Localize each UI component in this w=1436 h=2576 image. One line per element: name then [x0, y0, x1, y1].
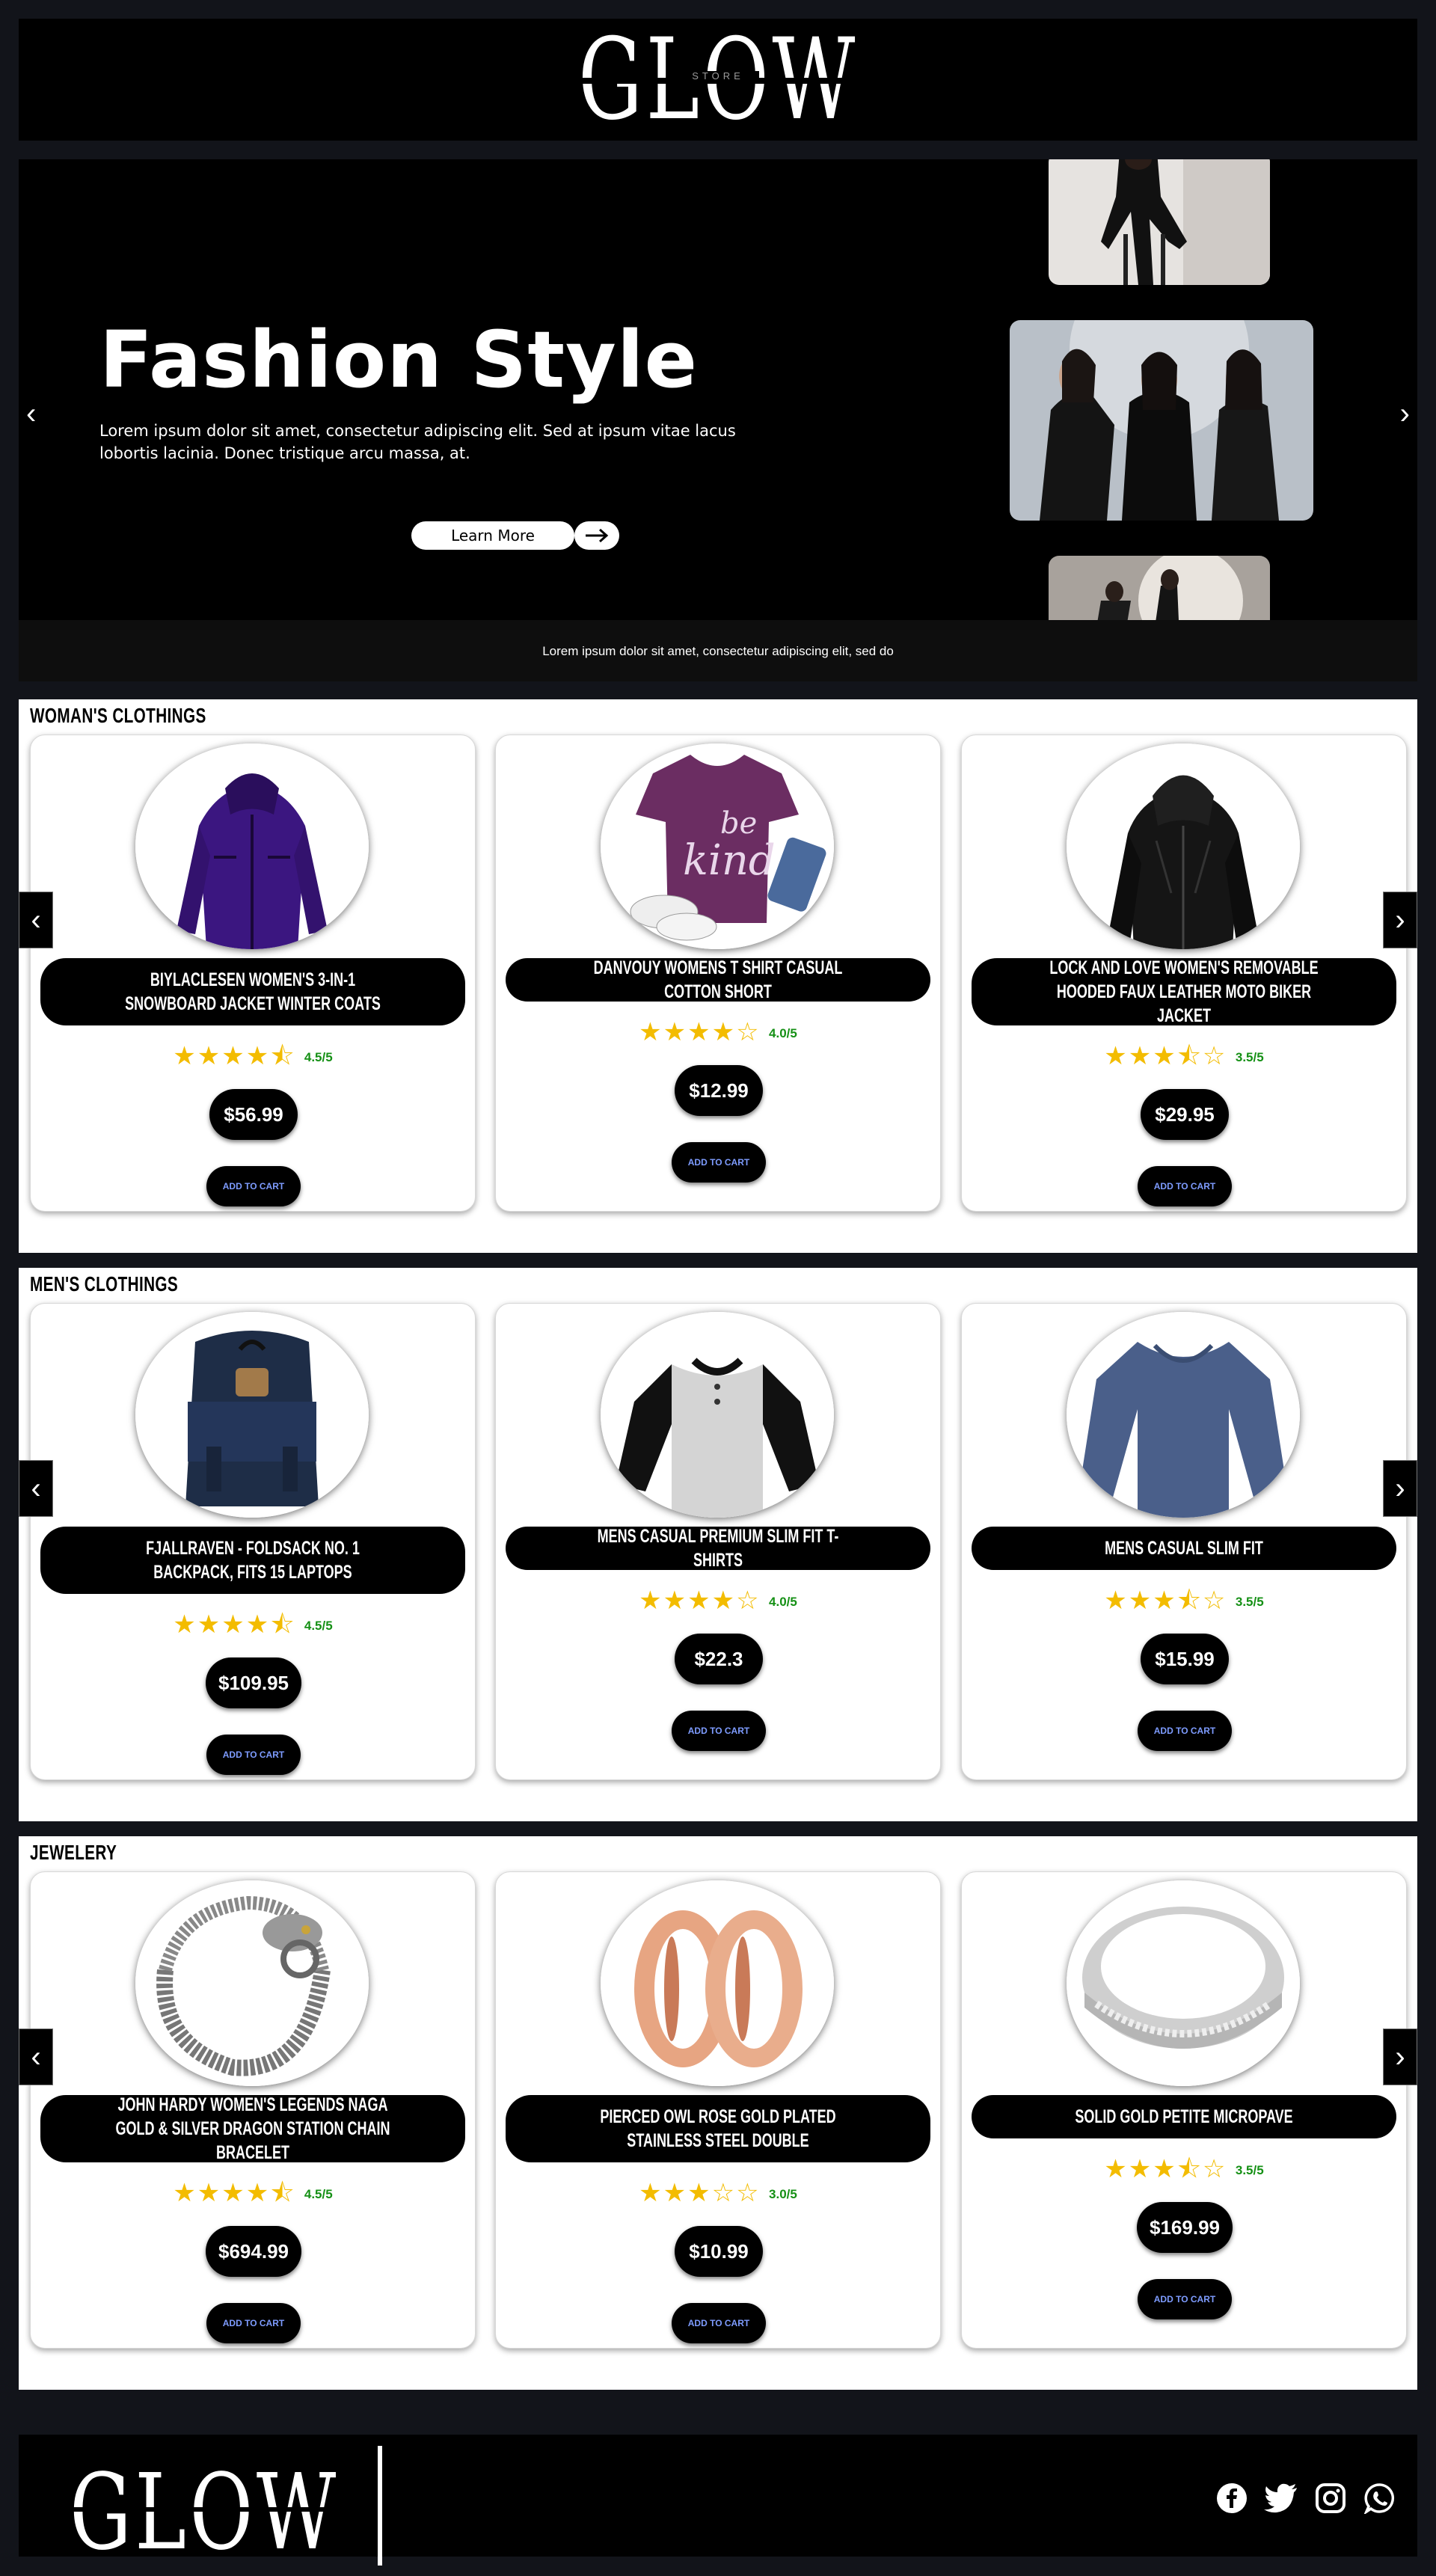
- logo-subtext: STORE: [677, 70, 759, 81]
- product-image[interactable]: [135, 1880, 369, 2086]
- hero-photo-woman-seated: [1049, 159, 1270, 285]
- product-section: WOMAN'S CLOTHINGS BIYLACLESEN WOMEN'S 3-I…: [19, 699, 1417, 1253]
- product-card[interactable]: JOHN HARDY WOMEN'S LEGENDS NAGA GOLD & S…: [30, 1871, 476, 2349]
- arrow-right-icon[interactable]: [574, 521, 619, 550]
- product-image[interactable]: [135, 1312, 369, 1518]
- product-rating: ★★★☆☆ 3.0/5: [639, 2179, 797, 2207]
- product-card[interactable]: LOCK AND LOVE WOMEN'S REMOVABLE HOODED F…: [961, 735, 1407, 1212]
- product-price: $15.99: [1141, 1634, 1229, 1684]
- product-rating: ★★★★⯪ 4.5/5: [173, 2179, 333, 2207]
- product-card[interactable]: BIYLACLESEN WOMEN'S 3-IN-1 SNOWBOARD JAC…: [30, 735, 476, 1212]
- product-price: $22.3: [675, 1634, 763, 1684]
- product-price: $12.99: [675, 1065, 763, 1116]
- glow-store-logo[interactable]: GLOW STORE: [523, 24, 913, 136]
- product-price: $169.99: [1137, 2202, 1233, 2253]
- product-name[interactable]: MENS CASUAL PREMIUM SLIM FIT T-SHIRTS: [506, 1526, 930, 1571]
- product-card[interactable]: FJALLRAVEN - FOLDSACK NO. 1 BACKPACK, FI…: [30, 1303, 476, 1780]
- hero-caption: Lorem ipsum dolor sit amet, consectetur …: [542, 644, 894, 658]
- section-next-button[interactable]: ›: [1383, 1460, 1417, 1517]
- product-name[interactable]: DANVOUY WOMENS T SHIRT CASUAL COTTON SHO…: [506, 957, 930, 1002]
- product-name[interactable]: JOHN HARDY WOMEN'S LEGENDS NAGA GOLD & S…: [40, 2094, 465, 2163]
- product-card[interactable]: SOLID GOLD PETITE MICROPAVE ★★★⯪☆ 3.5/5 $1…: [961, 1871, 1407, 2349]
- product-price: $10.99: [675, 2226, 763, 2277]
- site-header: GLOW STORE: [19, 19, 1417, 141]
- product-image[interactable]: be kind: [601, 743, 834, 949]
- social-links: [1213, 2480, 1399, 2517]
- star-icons: ★★★☆☆: [639, 2179, 761, 2207]
- section-next-button[interactable]: ›: [1383, 2028, 1417, 2085]
- product-name[interactable]: LOCK AND LOVE WOMEN'S REMOVABLE HOODED F…: [972, 957, 1396, 1026]
- product-price: $109.95: [206, 1657, 301, 1708]
- hero-photo-group: [1010, 320, 1313, 521]
- product-section: MEN'S CLOTHINGS FJALLRAVEN - FOLDSACK NO.…: [19, 1268, 1417, 1821]
- product-price: $694.99: [206, 2226, 301, 2277]
- svg-text:kind: kind: [683, 836, 776, 885]
- product-card[interactable]: MENS CASUAL SLIM FIT ★★★⯪☆ 3.5/5 $15.99 ADD…: [961, 1303, 1407, 1780]
- add-to-cart-button[interactable]: ADD TO CART: [672, 1142, 766, 1183]
- product-image[interactable]: [1067, 743, 1300, 949]
- add-to-cart-button[interactable]: ADD TO CART: [1138, 1711, 1232, 1751]
- star-icons: ★★★★⯪: [173, 2179, 296, 2207]
- product-image[interactable]: [601, 1312, 834, 1518]
- star-icons: ★★★★☆: [639, 1586, 761, 1615]
- learn-more-button[interactable]: Learn More: [411, 521, 574, 550]
- product-rating: ★★★★☆ 4.0/5: [639, 1586, 797, 1615]
- product-rating: ★★★★⯪ 4.5/5: [173, 1042, 333, 1070]
- facebook-icon[interactable]: [1213, 2480, 1251, 2517]
- product-image[interactable]: [1067, 1312, 1300, 1518]
- hero-description: Lorem ipsum dolor sit amet, consectetur …: [99, 422, 736, 462]
- section-title: JEWELERY: [30, 1841, 117, 1864]
- product-image[interactable]: [1067, 1880, 1300, 2086]
- product-name[interactable]: BIYLACLESEN WOMEN'S 3-IN-1 SNOWBOARD JAC…: [40, 958, 465, 1025]
- product-rating: ★★★★⯪ 4.5/5: [173, 1610, 333, 1639]
- add-to-cart-button[interactable]: ADD TO CART: [206, 1735, 301, 1775]
- hero-caption-bar: Lorem ipsum dolor sit amet, consectetur …: [19, 620, 1417, 681]
- product-image[interactable]: [601, 1880, 834, 2086]
- product-image[interactable]: [135, 743, 369, 949]
- section-prev-button[interactable]: ‹: [19, 2028, 53, 2085]
- add-to-cart-button[interactable]: ADD TO CART: [206, 1166, 301, 1206]
- hero-title: Fashion Style: [99, 314, 699, 405]
- product-rating: ★★★⯪☆ 3.5/5: [1104, 1586, 1264, 1615]
- section-title: MEN'S CLOTHINGS: [30, 1272, 179, 1295]
- product-name[interactable]: SOLID GOLD PETITE MICROPAVE: [972, 2095, 1396, 2138]
- hero-next-button[interactable]: ›: [1400, 399, 1410, 429]
- product-card[interactable]: MENS CASUAL PREMIUM SLIM FIT T-SHIRTS ★★★…: [495, 1303, 941, 1780]
- hero-carousel: ‹ › Fashion Style Lorem ipsum dolor sit …: [19, 159, 1417, 681]
- section-next-button[interactable]: ›: [1383, 892, 1417, 948]
- product-rating: ★★★★☆ 4.0/5: [639, 1018, 797, 1046]
- product-name[interactable]: MENS CASUAL SLIM FIT: [972, 1527, 1396, 1570]
- star-icons: ★★★⯪☆: [1104, 1042, 1227, 1070]
- add-to-cart-button[interactable]: ADD TO CART: [1138, 1166, 1232, 1206]
- star-icons: ★★★★⯪: [173, 1610, 296, 1639]
- section-prev-button[interactable]: ‹: [19, 892, 53, 948]
- section-prev-button[interactable]: ‹: [19, 1460, 53, 1517]
- product-card[interactable]: be kind DANVOUY WOMENS T SHIRT CASUAL COTT…: [495, 735, 941, 1212]
- product-name[interactable]: FJALLRAVEN - FOLDSACK NO. 1 BACKPACK, FI…: [40, 1527, 465, 1594]
- site-footer: GLOW: [19, 2435, 1417, 2566]
- add-to-cart-button[interactable]: ADD TO CART: [672, 2303, 766, 2343]
- instagram-icon[interactable]: [1312, 2480, 1349, 2517]
- whatsapp-icon[interactable]: [1361, 2480, 1399, 2517]
- product-price: $29.95: [1141, 1089, 1229, 1140]
- star-icons: ★★★⯪☆: [1104, 1586, 1227, 1615]
- footer-logo-text: GLOW: [70, 2452, 340, 2574]
- add-to-cart-button[interactable]: ADD TO CART: [1138, 2279, 1232, 2319]
- add-to-cart-button[interactable]: ADD TO CART: [206, 2303, 301, 2343]
- product-name[interactable]: PIERCED OWL ROSE GOLD PLATED STAINLESS S…: [506, 2095, 930, 2162]
- section-title: WOMAN'S CLOTHINGS: [30, 704, 206, 727]
- hero-prev-button[interactable]: ‹: [26, 399, 36, 429]
- product-rating: ★★★⯪☆ 3.5/5: [1104, 2155, 1264, 2183]
- star-icons: ★★★★⯪: [173, 1042, 296, 1070]
- product-price: $56.99: [209, 1089, 298, 1140]
- star-icons: ★★★⯪☆: [1104, 2155, 1227, 2183]
- product-section: JEWELERY JOHN HARDY WOMEN'S LEGENDS NAGA …: [19, 1836, 1417, 2390]
- product-rating: ★★★⯪☆ 3.5/5: [1104, 1042, 1264, 1070]
- footer-logo[interactable]: GLOW: [70, 2446, 434, 2566]
- twitter-icon[interactable]: [1262, 2480, 1300, 2517]
- product-card[interactable]: PIERCED OWL ROSE GOLD PLATED STAINLESS S…: [495, 1871, 941, 2349]
- add-to-cart-button[interactable]: ADD TO CART: [672, 1711, 766, 1751]
- star-icons: ★★★★☆: [639, 1018, 761, 1046]
